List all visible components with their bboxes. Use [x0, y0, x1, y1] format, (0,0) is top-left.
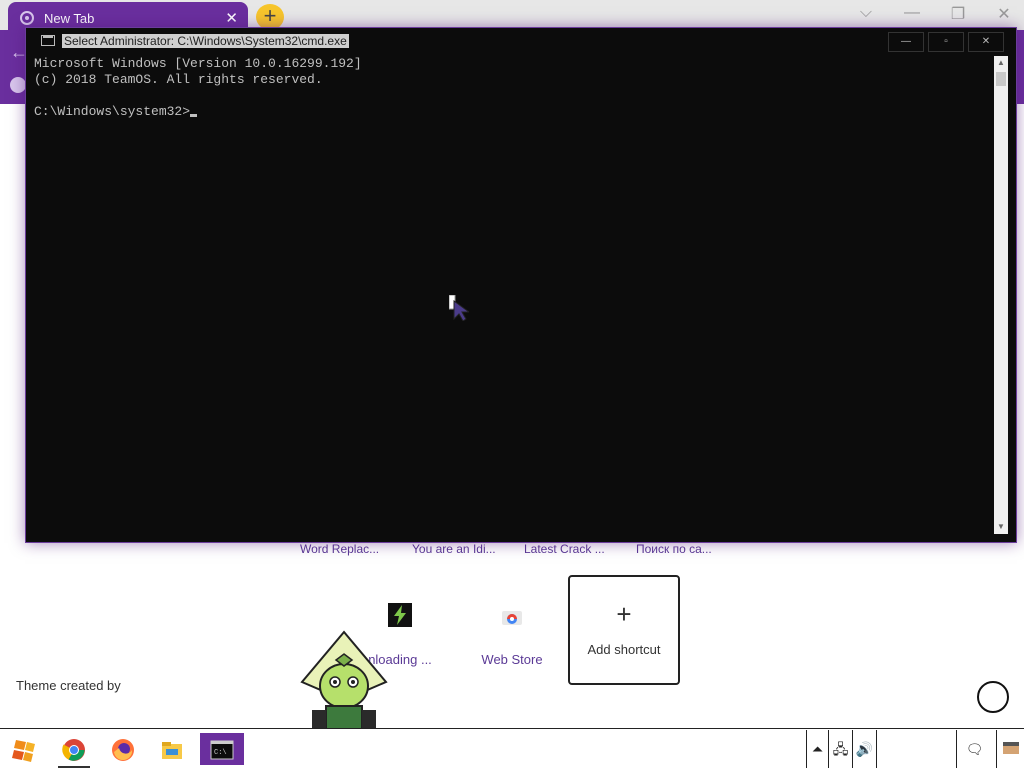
close-button[interactable]: ✕ — [992, 4, 1016, 24]
profile-icon[interactable] — [10, 77, 26, 93]
cmd-window-icon — [41, 35, 55, 46]
shortcut-tile-web-store[interactable]: Web Store — [456, 575, 568, 685]
minimize-button[interactable]: — — [900, 4, 924, 24]
start-button[interactable] — [4, 733, 44, 765]
theme-credit: Theme created by — [16, 678, 121, 693]
chrome-tab-icon — [20, 11, 34, 25]
add-shortcut-tile[interactable]: + Add shortcut — [568, 575, 680, 685]
tab-search-icon[interactable]: ⌵ — [854, 4, 878, 24]
taskbar-cmd[interactable]: C:\ — [200, 733, 244, 765]
console-line: Microsoft Windows [Version 10.0.16299.19… — [34, 56, 362, 71]
language-flag-icon — [1002, 742, 1019, 754]
cmd-window-controls: — ▫ ✕ — [888, 32, 1004, 52]
cmd-window[interactable]: Select Administrator: C:\Windows\System3… — [25, 27, 1017, 543]
cmd-window-title: Select Administrator: C:\Windows\System3… — [62, 34, 349, 48]
scroll-up-arrow-icon[interactable]: ▲ — [994, 56, 1008, 70]
customize-button[interactable] — [977, 681, 1009, 713]
shortcut-link[interactable]: Word Replac... — [300, 542, 412, 556]
taskbar: C:\ ⏶ 🖧 🔊 🗨 — [0, 728, 1024, 768]
tab-title: New Tab — [44, 11, 95, 26]
start-icon — [12, 740, 35, 762]
cmd-console-output[interactable]: Microsoft Windows [Version 10.0.16299.19… — [34, 56, 984, 536]
cmd-minimize-button[interactable]: — — [888, 32, 924, 52]
cmd-icon: C:\ — [210, 740, 234, 760]
notifications-icon[interactable]: 🗨 — [956, 730, 992, 768]
cmd-scrollbar[interactable]: ▲ ▼ — [994, 56, 1008, 534]
cmd-titlebar[interactable]: Select Administrator: C:\Windows\System3… — [26, 28, 1016, 56]
text-cursor — [190, 114, 198, 117]
tab-close-button[interactable]: ✕ — [225, 9, 238, 27]
plus-icon: + — [616, 599, 632, 629]
show-desktop-icon[interactable] — [996, 730, 1024, 768]
network-icon[interactable]: 🖧 — [828, 730, 852, 768]
chrome-icon — [62, 739, 85, 761]
browser-window-controls: ⌵ — ❐ ✕ — [854, 4, 1016, 24]
tray-overflow-button[interactable]: ⏶ — [806, 730, 828, 768]
scrollbar-thumb[interactable] — [996, 72, 1006, 86]
console-line: (c) 2018 TeamOS. All rights reserved. — [34, 72, 323, 87]
tile-label: Web Store — [481, 652, 543, 667]
shortcut-link[interactable]: Latest Crack ... — [524, 542, 636, 556]
clock-area[interactable] — [876, 730, 950, 768]
taskbar-firefox[interactable] — [103, 733, 143, 765]
web-store-icon — [502, 611, 522, 625]
cmd-close-button[interactable]: ✕ — [968, 32, 1004, 52]
shortcut-link[interactable]: You are an Idi... — [412, 542, 524, 556]
taskbar-file-explorer[interactable] — [152, 733, 192, 765]
cmd-maximize-button[interactable]: ▫ — [928, 32, 964, 52]
theme-character-image — [300, 630, 388, 730]
svg-text:C:\: C:\ — [214, 749, 227, 757]
file-explorer-icon — [162, 742, 182, 759]
console-prompt: C:\Windows\system32> — [34, 104, 191, 119]
console-line: ​ — [34, 88, 984, 104]
most-visited-links: Word Replac... You are an Idi... Latest … — [300, 542, 748, 556]
volume-icon[interactable]: 🔊 — [852, 730, 876, 768]
scroll-down-arrow-icon[interactable]: ▼ — [994, 520, 1008, 534]
restore-button[interactable]: ❐ — [946, 4, 970, 24]
console-prompt-line: C:\Windows\system32> — [34, 104, 984, 120]
firefox-icon — [112, 739, 134, 761]
taskbar-chrome[interactable] — [54, 733, 94, 768]
mouse-pointer-icon — [449, 295, 469, 321]
tile-label: Add shortcut — [587, 642, 661, 657]
download-site-icon — [388, 603, 412, 627]
shortcut-link[interactable]: Поиск по са... — [636, 542, 748, 556]
